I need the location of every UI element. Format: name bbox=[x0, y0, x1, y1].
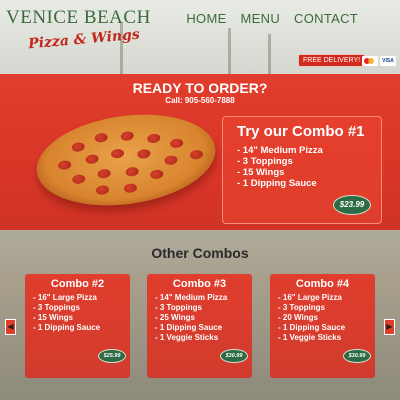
nav-home[interactable]: HOME bbox=[186, 11, 226, 26]
list-item: - 3 Toppings bbox=[155, 303, 202, 312]
price-badge: $30.99 bbox=[343, 349, 371, 363]
pepperoni bbox=[123, 182, 138, 194]
site-header: VENICE BEACH Pizza & Wings HOME MENU CON… bbox=[0, 0, 400, 74]
combo-items: - 14" Medium Pizza - 3 Toppings - 25 Win… bbox=[155, 293, 252, 343]
featured-combo-card[interactable]: Try our Combo #1 - 14" Medium Pizza - 3 … bbox=[222, 116, 382, 224]
palm-tree-decoration bbox=[268, 34, 271, 74]
pepperoni bbox=[110, 148, 125, 159]
list-item: - 1 Veggie Sticks bbox=[155, 333, 219, 342]
list-item: - 1 Dipping Sauce bbox=[237, 178, 317, 189]
combo-card[interactable]: Combo #2 - 16" Large Pizza - 3 Toppings … bbox=[25, 274, 130, 378]
pepperoni bbox=[163, 154, 179, 166]
pepperoni bbox=[149, 168, 164, 180]
list-item: - 14" Medium Pizza bbox=[237, 145, 323, 156]
pepperoni bbox=[97, 168, 112, 180]
combo-items: - 16" Large Pizza - 3 Toppings - 15 Wing… bbox=[33, 293, 130, 333]
free-delivery-badge: FREE DELIVERY! bbox=[298, 54, 366, 67]
hero-banner: READY TO ORDER? Call: 905-560-7888 Try o… bbox=[0, 74, 400, 230]
list-item: - 16" Large Pizza bbox=[278, 293, 342, 302]
list-item: - 3 Toppings bbox=[278, 303, 325, 312]
combo-title: Combo #3 bbox=[172, 278, 227, 290]
list-item: - 1 Veggie Sticks bbox=[278, 333, 342, 342]
arrow-right-icon[interactable]: ▶ bbox=[384, 319, 395, 335]
combo-card[interactable]: Combo #4 - 16" Large Pizza - 3 Toppings … bbox=[270, 274, 375, 378]
payment-methods: VISA bbox=[362, 56, 396, 66]
hero-title: READY TO ORDER? bbox=[132, 80, 268, 96]
pepperoni bbox=[71, 173, 86, 185]
pepperoni bbox=[120, 130, 135, 142]
nav-contact[interactable]: CONTACT bbox=[294, 11, 358, 26]
pepperoni bbox=[57, 159, 72, 171]
price-badge: $23.99 bbox=[333, 195, 371, 215]
list-item: - 16" Large Pizza bbox=[33, 293, 97, 302]
pizza-image bbox=[30, 103, 222, 217]
brand-name: VENICE BEACH bbox=[6, 7, 151, 28]
list-item: - 1 Dipping Sauce bbox=[155, 323, 223, 332]
pepperoni bbox=[189, 149, 204, 161]
logo[interactable]: VENICE BEACH Pizza & Wings bbox=[6, 7, 151, 52]
combo-title: Combo #2 bbox=[50, 278, 105, 290]
other-combos-title: Other Combos bbox=[151, 245, 249, 261]
hero-phone[interactable]: Call: 905-560-7888 bbox=[0, 96, 400, 105]
list-item: - 14" Medium Pizza bbox=[155, 293, 228, 302]
mastercard-icon bbox=[362, 56, 378, 66]
nav-menu[interactable]: MENU bbox=[241, 11, 280, 26]
combo-items: - 16" Large Pizza - 3 Toppings - 20 Wing… bbox=[278, 293, 375, 343]
palm-tree-decoration bbox=[228, 28, 231, 74]
pepperoni bbox=[146, 133, 161, 144]
list-item: - 3 Toppings bbox=[33, 303, 80, 312]
list-item: - 15 Wings bbox=[33, 313, 73, 322]
list-item: - 15 Wings bbox=[237, 167, 285, 178]
pepperoni bbox=[169, 137, 184, 149]
pepperoni bbox=[95, 184, 110, 196]
brand-tagline: Pizza & Wings bbox=[27, 26, 141, 53]
pepperoni bbox=[125, 166, 140, 178]
pepperoni bbox=[84, 153, 100, 165]
pepperoni bbox=[136, 148, 151, 160]
list-item: - 25 Wings bbox=[155, 313, 195, 322]
pepperoni bbox=[71, 141, 86, 153]
price-badge: $25.99 bbox=[98, 349, 126, 363]
list-item: - 3 Toppings bbox=[237, 156, 293, 167]
list-item: - 1 Dipping Sauce bbox=[278, 323, 346, 332]
arrow-left-icon[interactable]: ◀ bbox=[5, 319, 16, 335]
price-badge: $30.99 bbox=[220, 349, 248, 363]
list-item: - 20 Wings bbox=[278, 313, 318, 322]
combo-title: Combo #4 bbox=[295, 278, 350, 290]
pepperoni bbox=[94, 132, 109, 144]
main-nav: HOME MENU CONTACT bbox=[186, 11, 358, 26]
featured-combo-items: - 14" Medium Pizza - 3 Toppings - 15 Win… bbox=[237, 145, 381, 189]
visa-icon: VISA bbox=[380, 56, 396, 66]
combo-card[interactable]: Combo #3 - 14" Medium Pizza - 3 Toppings… bbox=[147, 274, 252, 378]
featured-combo-title: Try our Combo #1 bbox=[237, 123, 365, 140]
list-item: - 1 Dipping Sauce bbox=[33, 323, 101, 332]
